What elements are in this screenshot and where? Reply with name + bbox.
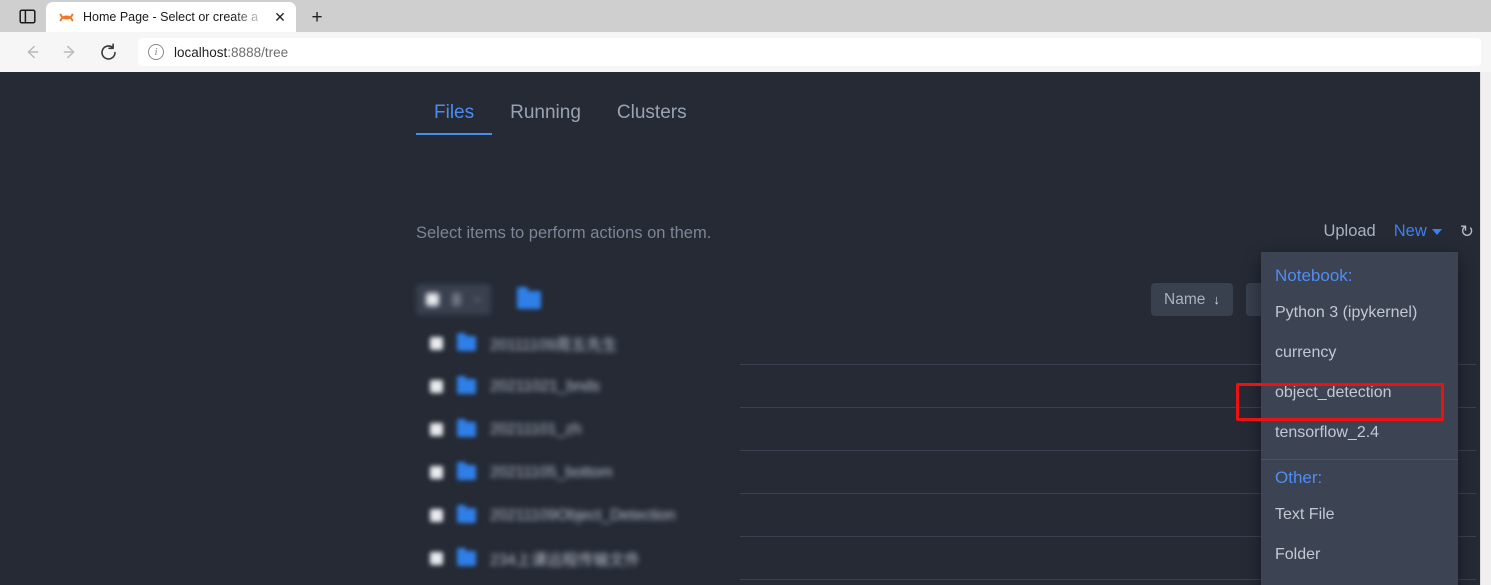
row-checkbox[interactable]: [430, 509, 443, 522]
folder-icon: [457, 333, 476, 351]
sort-name-label: Name: [1164, 290, 1206, 308]
reload-icon[interactable]: [90, 37, 126, 67]
file-name[interactable]: 20211105_bottom: [490, 464, 613, 482]
back-icon[interactable]: [14, 37, 50, 67]
selection-menu-icon[interactable]: [452, 293, 461, 306]
select-all-checkbox[interactable]: [426, 293, 439, 306]
jupyter-tree-page: Files Running Clusters Select items to p…: [0, 72, 1480, 585]
new-dropdown-label: New: [1393, 222, 1427, 240]
browser-chrome: Home Page - Select or create a n ✕ + i l…: [0, 0, 1491, 72]
row-checkbox[interactable]: [430, 552, 443, 565]
new-tab-button[interactable]: +: [300, 2, 334, 32]
menu-item-object-detection[interactable]: object_detection: [1261, 373, 1458, 413]
file-name[interactable]: 20211101_zh: [490, 421, 582, 439]
upload-button[interactable]: Upload: [1323, 222, 1375, 241]
new-dropdown-menu: Notebook: Python 3 (ipykernel) currency …: [1261, 252, 1458, 585]
selection-button-group[interactable]: [416, 284, 491, 315]
file-name[interactable]: 20111109周五先生: [490, 333, 618, 355]
menu-item-terminal[interactable]: Terminal: [1261, 575, 1458, 585]
site-info-icon[interactable]: i: [148, 44, 164, 60]
tree-actions: Upload New ↻: [1323, 222, 1474, 241]
browser-tabstrip: Home Page - Select or create a n ✕ +: [0, 0, 1491, 32]
chevron-down-icon: [1431, 228, 1442, 235]
close-icon[interactable]: ✕: [270, 7, 290, 27]
address-bar[interactable]: i localhost:8888/tree: [138, 38, 1481, 66]
tab-clusters[interactable]: Clusters: [599, 102, 705, 135]
jupyter-logo-icon: [58, 9, 75, 26]
menu-item-folder[interactable]: Folder: [1261, 535, 1458, 575]
selection-hint: Select items to perform actions on them.: [416, 224, 712, 242]
folder-icon: [457, 548, 476, 566]
folder-icon: [457, 376, 476, 394]
folder-icon: [457, 419, 476, 437]
browser-navbar: i localhost:8888/tree: [0, 32, 1491, 72]
url-path: :8888/tree: [227, 44, 289, 60]
page-scrollbar[interactable]: [1480, 72, 1491, 585]
menu-item-currency[interactable]: currency: [1261, 333, 1458, 373]
tab-files[interactable]: Files: [416, 102, 493, 135]
browser-tab[interactable]: Home Page - Select or create a n ✕: [46, 2, 296, 32]
folder-icon: [457, 462, 476, 480]
url-host: localhost: [174, 44, 228, 60]
file-name[interactable]: 234上课远程传输文件: [490, 548, 640, 570]
refresh-icon[interactable]: ↻: [1460, 223, 1474, 240]
arrow-down-icon: ↓: [1213, 292, 1220, 307]
tab-panel-icon[interactable]: [8, 0, 46, 32]
folder-icon: [457, 505, 476, 523]
browser-tab-title: Home Page - Select or create a n: [83, 10, 262, 24]
file-list-toolbar: [416, 284, 541, 315]
menu-item-python3[interactable]: Python 3 (ipykernel): [1261, 293, 1458, 333]
file-name[interactable]: 20211109Object_Detection: [490, 507, 676, 525]
jupyter-tab-bar: Files Running Clusters: [416, 102, 705, 135]
url-text: localhost:8888/tree: [174, 45, 288, 60]
row-checkbox[interactable]: [430, 466, 443, 479]
row-checkbox[interactable]: [430, 337, 443, 350]
row-checkbox[interactable]: [430, 380, 443, 393]
tab-running[interactable]: Running: [492, 102, 599, 135]
menu-item-tensorflow[interactable]: tensorflow_2.4: [1261, 413, 1458, 453]
row-checkbox[interactable]: [430, 423, 443, 436]
sort-by-name-button[interactable]: Name ↓: [1151, 283, 1233, 316]
breadcrumb-folder-icon[interactable]: [517, 286, 541, 309]
file-name[interactable]: 20211021_bnds: [490, 378, 600, 396]
dropdown-section-other: Other:: [1275, 468, 1323, 487]
dropdown-section-notebook: Notebook:: [1275, 266, 1353, 285]
forward-icon[interactable]: [52, 37, 88, 67]
new-dropdown-button[interactable]: New: [1394, 222, 1442, 241]
menu-item-text-file[interactable]: Text File: [1261, 495, 1458, 535]
selection-caret-icon[interactable]: [474, 297, 481, 302]
